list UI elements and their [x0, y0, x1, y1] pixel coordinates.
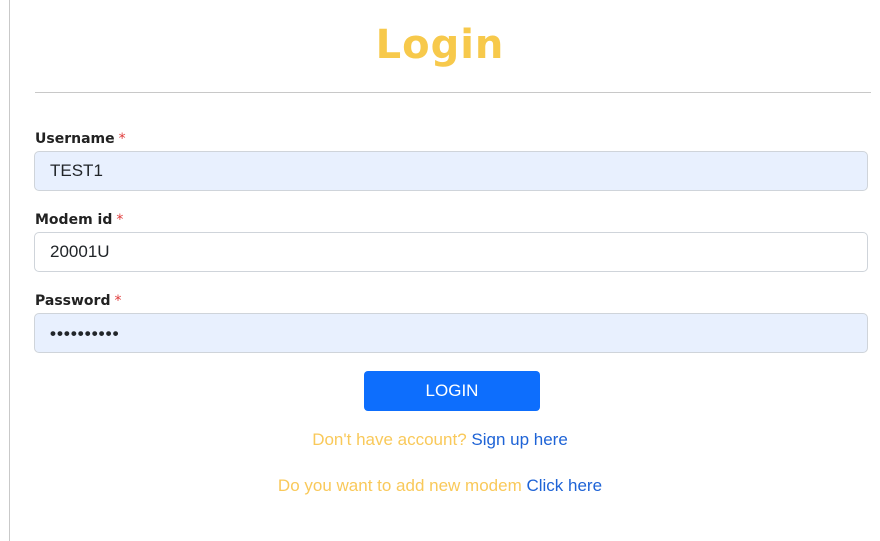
- title-divider: [35, 92, 871, 93]
- signup-link[interactable]: Sign up here: [471, 430, 567, 449]
- login-button[interactable]: LOGIN: [364, 371, 540, 411]
- password-label: Password *: [35, 293, 121, 309]
- modem-id-input[interactable]: 20001U: [34, 232, 868, 272]
- username-value: TEST1: [50, 161, 103, 180]
- password-input[interactable]: ••••••••••: [34, 313, 868, 353]
- modem-id-label: Modem id *: [35, 212, 123, 228]
- add-modem-prompt: Do you want to add new modem: [277, 476, 522, 495]
- password-masked-value: ••••••••••: [50, 323, 120, 343]
- modem-id-required-mark: *: [116, 212, 124, 228]
- add-modem-row: Do you want to add new modem Click here: [0, 476, 880, 496]
- username-required-mark: *: [118, 131, 126, 147]
- add-modem-link[interactable]: Click here: [526, 476, 602, 495]
- password-label-text: Password: [35, 293, 111, 309]
- page-title: Login: [375, 22, 505, 68]
- username-label-text: Username: [35, 131, 115, 147]
- signup-row: Don't have account? Sign up here: [0, 430, 880, 450]
- password-required-mark: *: [114, 293, 122, 309]
- modem-id-label-text: Modem id: [35, 212, 113, 228]
- username-label: Username *: [35, 131, 126, 147]
- username-input[interactable]: TEST1: [34, 151, 868, 191]
- signup-prompt: Don't have account?: [312, 430, 467, 449]
- modem-id-value: 20001U: [50, 242, 110, 261]
